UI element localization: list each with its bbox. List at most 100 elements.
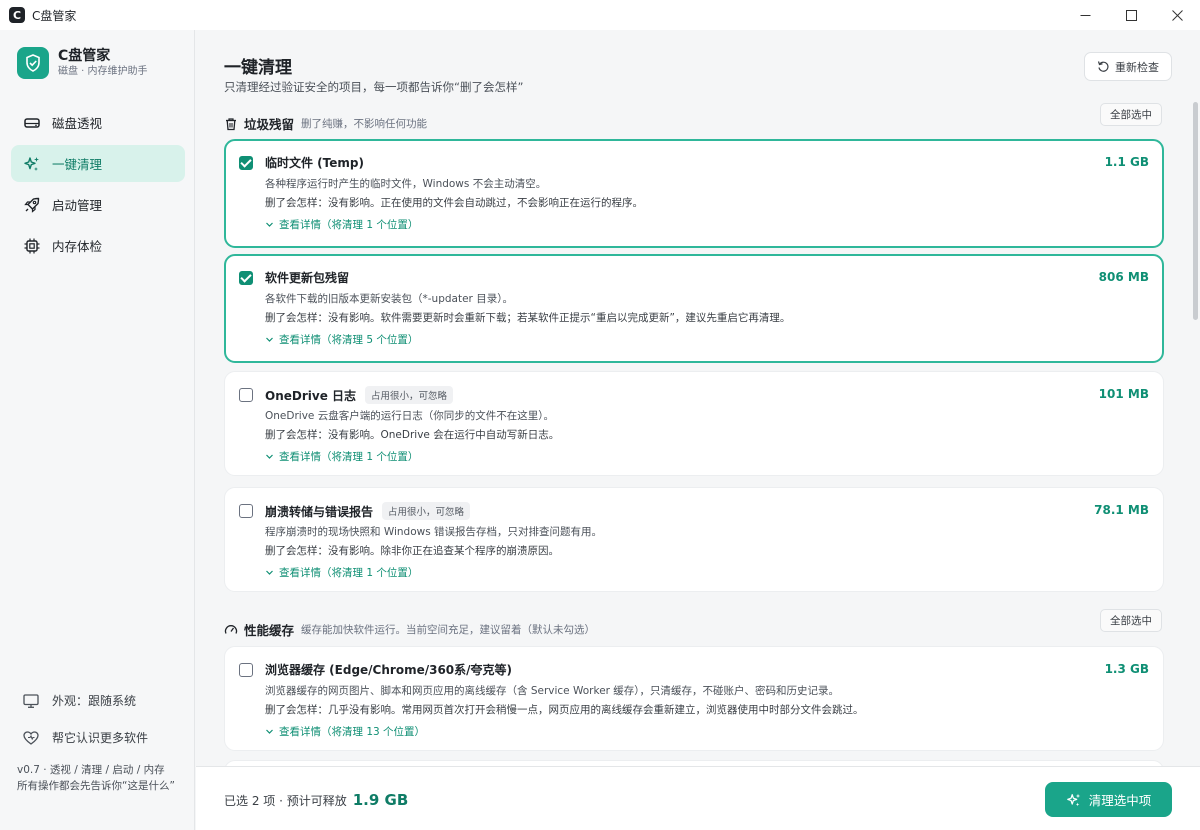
item-effect: 删了会怎样：没有影响。OneDrive 会在运行中自动写新日志。 [265,429,560,441]
clean-item-updater[interactable]: 软件更新包残留 806 MB 各软件下载的旧版本更新安装包（*-updater … [224,254,1164,363]
item-description: 各种程序运行时产生的临时文件，Windows 不会主动清空。 [265,178,547,190]
clean-item-temp[interactable]: 临时文件 (Temp) 1.1 GB 各种程序运行时产生的临时文件，Window… [224,139,1164,248]
clean-button-label: 清理选中项 [1088,793,1152,808]
clean-item-onedrive-log[interactable]: OneDrive 日志 占用很小，可忽略 101 MB OneDrive 云盘客户… [224,371,1164,476]
item-description: 各软件下载的旧版本更新安装包（*-updater 目录）。 [265,293,513,305]
nav-item-label: 一键清理 [52,157,103,172]
item-size: 1.3 GB [1104,662,1149,676]
item-effect: 删了会怎样：没有影响。除非你正在追查某个程序的崩溃原因。 [265,545,559,557]
sparkle-icon [1066,792,1082,808]
title-bar: C C盘管家 [0,0,1200,30]
section-note: 缓存能加快软件运行。当前空间充足，建议留着（默认未勾选） [301,624,596,636]
main-content: 一键清理 只清理经过验证安全的项目，每一项都告诉你“删了会怎样” 重新检查 垃圾… [196,30,1200,766]
view-details-link[interactable]: 查看详情（将清理 1 个位置） [265,217,418,232]
disk-icon [23,114,41,132]
clean-item-browser-cache[interactable]: 浏览器缓存 (Edge/Chrome/360系/夸克等) 1.3 GB 浏览器缓… [224,646,1164,751]
nav-item-label: 内存体检 [52,239,103,254]
clean-item-crash-dumps[interactable]: 崩溃转储与错误报告 占用很小，可忽略 78.1 MB 程序崩溃时的现场快照和 Wi… [224,487,1164,592]
nav-item-memory-check[interactable]: 内存体检 [11,227,185,264]
select-all-button[interactable]: 全部选中 [1100,609,1162,632]
section-title: 垃圾残留 [244,117,295,132]
item-size: 78.1 MB [1094,503,1149,517]
chevron-down-icon [265,452,274,461]
feedback-link[interactable]: 帮它认识更多软件 [0,719,195,756]
item-name: OneDrive 日志 占用很小，可忽略 [265,386,454,404]
minimize-icon [1080,14,1090,16]
close-button[interactable] [1154,0,1200,30]
nav-item-label: 磁盘透视 [52,116,103,131]
reclaim-amount: 1.9 GB [352,791,409,809]
item-checkbox[interactable] [239,271,253,285]
chevron-down-icon [265,220,274,229]
chip-icon [23,237,41,255]
view-details-link[interactable]: 查看详情（将清理 5 个位置） [265,332,418,347]
selection-text: 已选 2 项 · 预计可释放 [224,794,347,808]
view-details-link[interactable]: 查看详情（将清理 1 个位置） [265,449,418,464]
section-title: 性能缓存 [244,623,295,638]
nav-item-one-click-clean[interactable]: 一键清理 [11,145,185,182]
window-title: C盘管家 [32,8,77,23]
app-logo-icon: C [9,7,25,23]
appearance-label: 外观：跟随系统 [52,694,137,708]
section-header-cache: 性能缓存 缓存能加快软件运行。当前空间充足，建议留着（默认未勾选） 全部选中 [224,609,1164,639]
item-name: 崩溃转储与错误报告 占用很小，可忽略 [265,502,471,520]
item-size: 101 MB [1098,387,1149,401]
monitor-icon [22,692,40,710]
version-info: v0.7 · 透视 / 清理 / 启动 / 内存 所有操作都会先告诉你“这是什么… [17,762,187,794]
brand: C盘管家 磁盘 · 内存维护助手 [17,47,148,79]
select-all-button[interactable]: 全部选中 [1100,103,1162,126]
page-subtitle: 只清理经过验证安全的项目，每一项都告诉你“删了会怎样” [224,80,524,94]
page-title: 一键清理 [224,58,292,78]
shield-check-icon [17,47,49,79]
brand-name: C盘管家 [58,48,111,64]
item-effect: 删了会怎样：没有影响。正在使用的文件会自动跳过，不会影响正在运行的程序。 [265,197,643,209]
recheck-button[interactable]: 重新检查 [1084,52,1172,81]
section-note: 删了纯赚，不影响任何功能 [301,118,428,130]
nav-item-startup[interactable]: 启动管理 [11,186,185,223]
chevron-down-icon [265,568,274,577]
appearance-toggle[interactable]: 外观：跟随系统 [0,682,195,719]
item-effect: 删了会怎样：几乎没有影响。常用网页首次打开会稍慢一点，网页应用的离线缓存会重新建… [265,704,864,716]
item-tag: 占用很小，可忽略 [382,502,471,520]
item-checkbox[interactable] [239,504,253,518]
maximize-button[interactable] [1108,0,1154,30]
rocket-icon [23,196,41,214]
selection-summary: 已选 2 项 · 预计可释放 1.9 GB [224,791,408,809]
sparkle-icon [23,155,41,173]
item-checkbox[interactable] [239,156,253,170]
item-effect: 删了会怎样：没有影响。软件需要更新时会重新下载；若某软件正提示“重启以完成更新”… [265,312,791,324]
view-details-link[interactable]: 查看详情（将清理 13 个位置） [265,724,425,739]
item-description: 浏览器缓存的网页图片、脚本和网页应用的离线缓存（含 Service Worker… [265,685,840,697]
footer-bar: 已选 2 项 · 预计可释放 1.9 GB 清理选中项 [196,766,1200,830]
item-checkbox[interactable] [239,388,253,402]
item-tag: 占用很小，可忽略 [365,386,454,404]
nav-menu: 磁盘透视 一键清理 启动管理 内存体检 [11,104,185,268]
chevron-down-icon [265,727,274,736]
trash-icon [224,117,238,131]
item-size: 806 MB [1098,270,1149,284]
scrollbar-thumb[interactable] [1193,102,1198,320]
clean-selected-button[interactable]: 清理选中项 [1045,782,1172,817]
version-line: v0.7 · 透视 / 清理 / 启动 / 内存 [17,764,165,776]
minimize-button[interactable] [1062,0,1108,30]
feedback-label: 帮它认识更多软件 [52,731,149,745]
item-name: 浏览器缓存 (Edge/Chrome/360系/夸克等) [265,663,513,677]
item-name: 临时文件 (Temp) [265,156,364,170]
nav-item-disk-view[interactable]: 磁盘透视 [11,104,185,141]
item-size: 1.1 GB [1104,155,1149,169]
gauge-icon [224,623,238,637]
recheck-label: 重新检查 [1115,60,1159,74]
sidebar: C盘管家 磁盘 · 内存维护助手 磁盘透视 一键清理 启动管理 内存体检 外观：… [0,30,195,830]
heart-icon [22,729,40,747]
chevron-down-icon [265,335,274,344]
view-details-link[interactable]: 查看详情（将清理 1 个位置） [265,565,418,580]
brand-subtitle: 磁盘 · 内存维护助手 [58,66,148,77]
maximize-icon [1125,9,1137,21]
version-note: 所有操作都会先告诉你“这是什么” [17,780,175,792]
item-description: 程序崩溃时的现场快照和 Windows 错误报告存档，只对排查问题有用。 [265,526,603,538]
section-header-junk: 垃圾残留 删了纯赚，不影响任何功能 全部选中 [224,103,1164,133]
close-icon [1171,9,1183,21]
refresh-icon [1097,60,1110,73]
item-name: 软件更新包残留 [265,271,350,285]
item-checkbox[interactable] [239,663,253,677]
